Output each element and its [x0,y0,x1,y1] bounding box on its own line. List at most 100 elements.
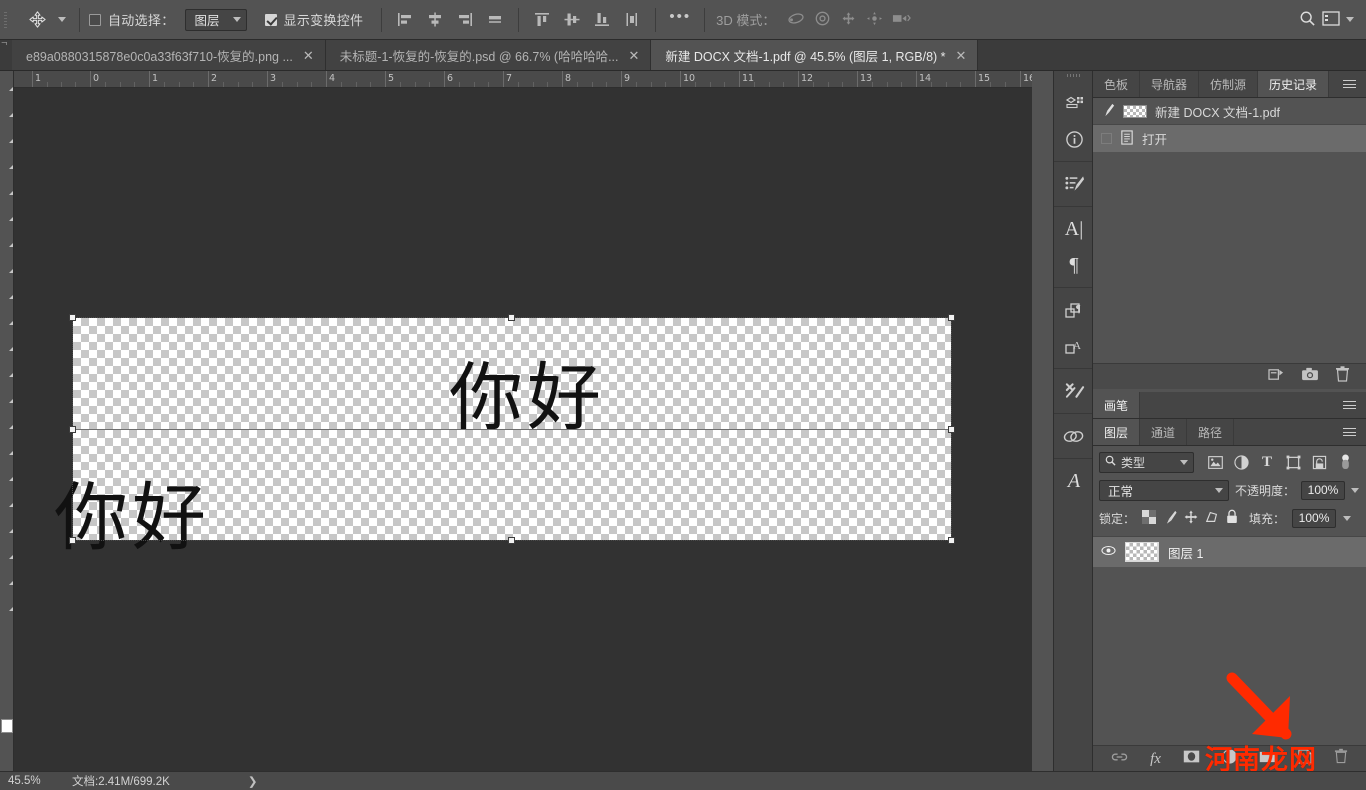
tool-history-brush-icon[interactable] [0,305,14,331]
orbit-3d-icon[interactable] [787,11,805,29]
tab-swatches[interactable]: 色板 [1093,71,1141,97]
align-bottom-edges-icon[interactable] [588,7,616,33]
tool-blur-icon[interactable] [0,383,14,409]
eye-icon[interactable] [1101,545,1116,559]
paragraph-styles-icon[interactable]: ¶ [1054,292,1094,328]
move-tool-icon[interactable] [22,6,52,34]
transform-handle-bottom-left[interactable] [69,537,76,544]
creative-cloud-libraries-icon[interactable] [1054,418,1094,454]
tab-brush[interactable]: 画笔 [1093,392,1141,418]
align-right-edges-icon[interactable] [451,7,479,33]
document-tab[interactable]: e89a0880315878e0c0a33f63f710-恢复的.png ...… [12,40,326,70]
filter-shape-icon[interactable] [1280,451,1306,473]
workspace-switcher-icon[interactable] [1322,10,1340,29]
tool-hand-icon[interactable] [0,539,14,565]
search-icon[interactable] [1299,10,1316,30]
link-layers-icon[interactable] [1111,750,1128,768]
opacity-chevron-down-icon[interactable] [1351,487,1360,493]
align-horizontal-centers-icon[interactable] [421,7,449,33]
transform-handle-bottom-center[interactable] [508,537,515,544]
align-left-edges-icon[interactable] [391,7,419,33]
tool-path-select-icon[interactable] [0,487,14,513]
filter-toggle-icon[interactable] [1332,451,1358,473]
layer-thumbnail[interactable] [1125,542,1159,562]
roll-3d-icon[interactable] [814,11,831,29]
tool-move-icon[interactable] [0,71,14,97]
transform-handle-bottom-right[interactable] [948,537,955,544]
filter-pixel-icon[interactable] [1202,451,1228,473]
transform-handle-top-left[interactable] [69,314,76,321]
horizontal-ruler[interactable]: 1 0 1 2 3 4 5 6 7 8 9 10 11 12 13 14 15 … [14,71,1032,88]
new-document-from-state-icon[interactable] [1268,367,1285,387]
rail-grip[interactable] [1054,71,1092,81]
lock-image-pixels-icon[interactable] [1163,510,1177,527]
tool-eyedropper-icon[interactable] [0,201,14,227]
history-snapshot-row[interactable]: 新建 DOCX 文档-1.pdf [1093,98,1366,125]
align-horizontal-distribute-icon[interactable] [481,7,509,33]
info-panel-icon[interactable] [1054,121,1094,157]
brushes-panel-icon[interactable] [1054,166,1094,202]
slide-3d-icon[interactable] [866,11,883,29]
status-bar-expand-icon[interactable]: ❯ [248,774,258,788]
filter-smart-object-icon[interactable] [1306,451,1332,473]
tool-edit-toolbar-icon[interactable] [0,591,14,617]
transform-handle-top-center[interactable] [508,314,515,321]
show-transform-controls-checkbox[interactable] [264,13,277,26]
tool-zoom-icon[interactable] [0,565,14,591]
distribute-vertical-icon[interactable] [618,7,646,33]
tool-pen-icon[interactable] [0,435,14,461]
tool-type-icon[interactable] [0,461,14,487]
zoom-3d-camera-icon[interactable] [892,11,912,28]
tool-preset-chevron-icon[interactable] [54,6,70,34]
document-tab[interactable]: 未标题-1-恢复的-恢复的.psd @ 66.7% (哈哈哈哈... ✕ [325,40,652,70]
panel-menu-icon[interactable] [1333,419,1366,445]
zoom-level-input[interactable]: 45.5% [0,775,62,787]
transform-handle-middle-right[interactable] [948,426,955,433]
align-vertical-centers-icon[interactable] [558,7,586,33]
filter-adjustment-icon[interactable] [1228,451,1254,473]
tool-clone-stamp-icon[interactable] [0,279,14,305]
tab-bar-grip[interactable] [0,39,12,70]
canvas-area[interactable]: 你好 你好 [14,88,1032,771]
align-top-edges-icon[interactable] [528,7,556,33]
layer-filter-kind-dropdown[interactable]: 类型 [1099,451,1194,473]
panel-menu-icon[interactable] [1333,71,1366,97]
filter-type-icon[interactable]: T [1254,451,1280,473]
tool-crop-icon[interactable] [0,175,14,201]
layer-mask-icon[interactable] [1183,750,1200,768]
history-state-checkbox[interactable] [1101,133,1112,144]
blend-mode-dropdown[interactable]: 正常 [1099,479,1229,501]
close-icon[interactable]: ✕ [629,49,640,62]
close-icon[interactable]: ✕ [956,49,967,62]
tool-lasso-icon[interactable] [0,123,14,149]
auto-select-checkbox[interactable] [89,13,101,26]
pan-3d-icon[interactable] [840,11,857,29]
fill-chevron-down-icon[interactable] [1343,515,1352,521]
tool-eraser-icon[interactable] [0,331,14,357]
tool-healing-brush-icon[interactable] [0,227,14,253]
delete-state-icon[interactable] [1335,366,1350,387]
document-tab-active[interactable]: 新建 DOCX 文档-1.pdf @ 45.5% (图层 1, RGB/8) *… [651,40,979,70]
3d-panel-icon[interactable] [1054,85,1094,121]
panel-menu-icon[interactable] [1333,392,1366,418]
tool-shape-icon[interactable] [0,513,14,539]
tool-brush-icon[interactable] [0,253,14,279]
glyphs-panel-icon[interactable]: A [1054,463,1094,499]
tab-paths[interactable]: 路径 [1187,419,1235,445]
tab-layers[interactable]: 图层 [1093,419,1141,445]
tool-presets-icon[interactable] [1054,373,1094,409]
tool-gradient-icon[interactable] [0,357,14,383]
tab-navigator[interactable]: 导航器 [1140,71,1200,97]
lock-transparent-pixels-icon[interactable] [1142,509,1157,527]
history-state-row[interactable]: 打开 [1093,125,1366,152]
transform-handle-top-right[interactable] [948,314,955,321]
layer-styles-fx-icon[interactable]: fx [1150,750,1161,768]
close-icon[interactable]: ✕ [303,49,314,62]
tab-history[interactable]: 历史记录 [1258,71,1330,97]
tool-marquee-icon[interactable] [0,97,14,123]
tool-dodge-icon[interactable] [0,409,14,435]
chevron-down-icon[interactable] [1346,17,1354,22]
lock-all-icon[interactable] [1226,509,1238,527]
new-snapshot-icon[interactable] [1301,367,1319,386]
foreground-background-color-swatch[interactable] [1,719,13,741]
